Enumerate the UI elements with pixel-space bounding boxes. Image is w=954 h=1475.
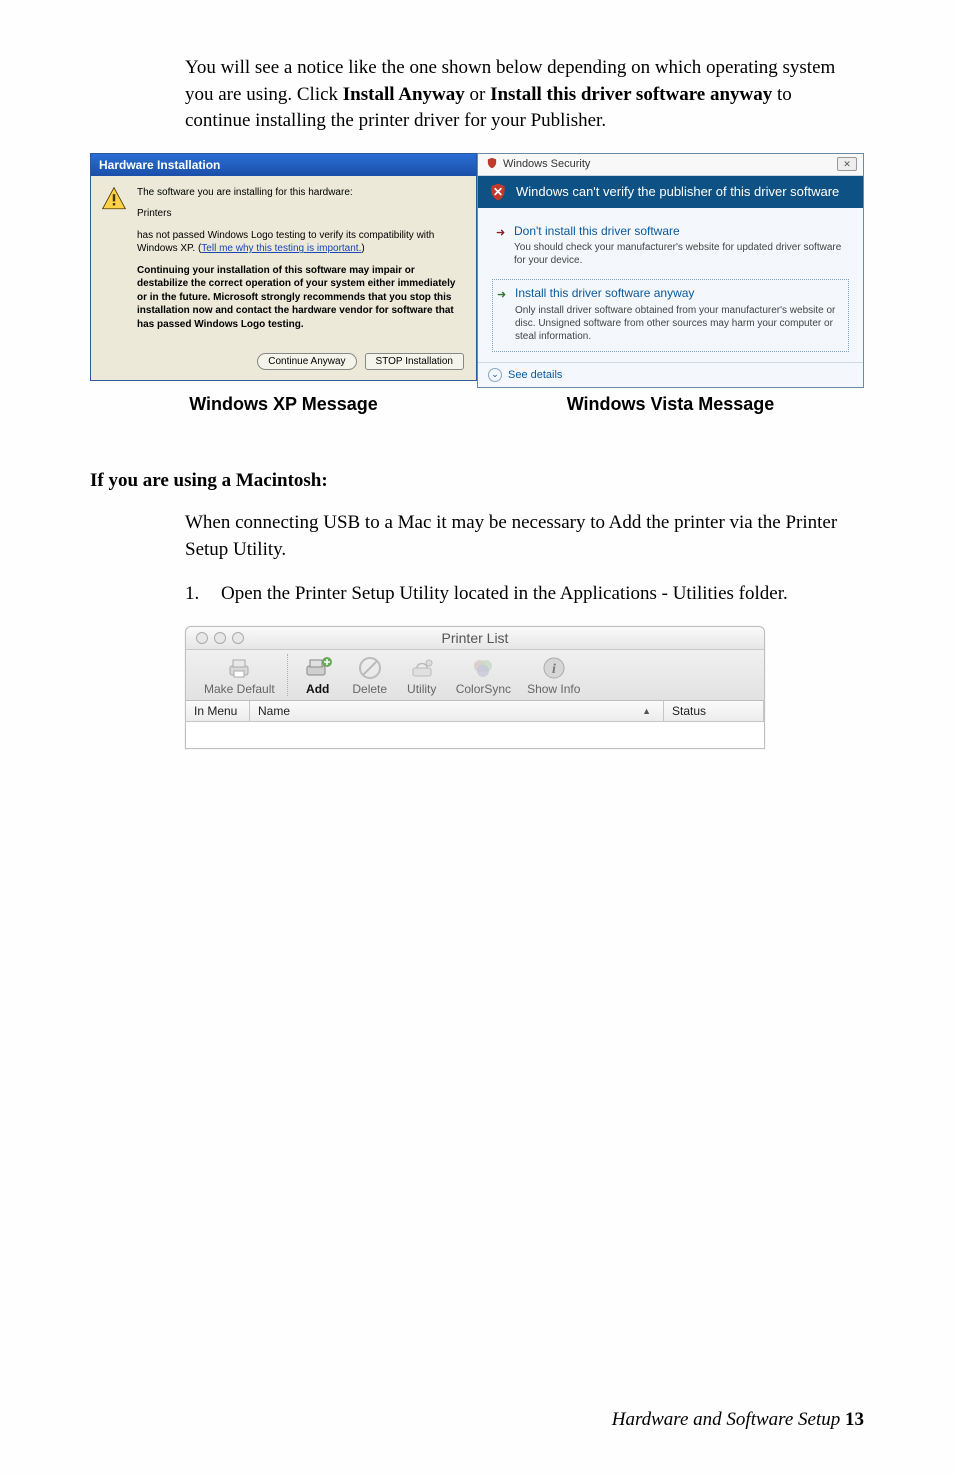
mac-list-area <box>186 722 764 748</box>
xp-line3: has not passed Windows Logo testing to v… <box>137 229 464 256</box>
shield-icon <box>486 157 498 172</box>
info-icon: i <box>536 654 572 682</box>
warning-icon <box>101 186 127 212</box>
arrow-icon: ➜ <box>497 288 506 302</box>
mac-section-heading: If you are using a Macintosh: <box>90 470 864 492</box>
arrow-icon: ➜ <box>496 226 505 240</box>
toolbar-label: ColorSync <box>456 682 511 696</box>
continue-anyway-button[interactable]: Continue Anyway <box>257 353 356 370</box>
printer-icon <box>221 654 257 682</box>
xp-bold-warning: Continuing your installation of this sof… <box>137 264 464 332</box>
mac-intro-paragraph: When connecting USB to a Mac it may be n… <box>185 510 854 563</box>
colorsync-icon <box>465 654 501 682</box>
xp-dialog-text: The software you are installing for this… <box>137 186 464 340</box>
page-footer: Hardware and Software Setup 13 <box>612 1409 864 1431</box>
chevron-down-icon: ⌄ <box>488 368 502 382</box>
xp-tell-me-link[interactable]: Tell me why this testing is important. <box>201 243 361 254</box>
header-status[interactable]: Status <box>664 701 764 721</box>
mac-titlebar: Printer List <box>186 627 764 650</box>
toolbar-add[interactable]: Add <box>292 654 344 696</box>
sort-ascending-icon: ▲ <box>642 706 651 716</box>
vista-window-title: Windows Security <box>503 158 590 170</box>
toolbar-utility[interactable]: Utility <box>396 654 448 696</box>
mac-step-1: 1. Open the Printer Setup Utility locate… <box>185 581 854 608</box>
xp-caption: Windows XP Message <box>90 394 477 415</box>
vista-opt1-sub: You should check your manufacturer's web… <box>514 241 843 267</box>
see-details-toggle[interactable]: ⌄ See details <box>478 362 863 387</box>
toolbar-colorsync[interactable]: ColorSync <box>448 654 519 696</box>
see-details-label: See details <box>508 369 562 381</box>
vista-windows-security-dialog: Windows Security ✕ Windows can't verify … <box>477 153 864 388</box>
intro-text-2: or <box>465 84 490 105</box>
toolbar-make-default[interactable]: Make Default <box>196 654 283 696</box>
footer-page-number: 13 <box>845 1409 864 1430</box>
printer-add-icon <box>300 654 336 682</box>
intro-bold-1: Install Anyway <box>343 84 465 105</box>
toolbar-label: Delete <box>352 682 387 696</box>
vista-opt1-title: Don't install this driver software <box>514 224 843 240</box>
delete-icon <box>352 654 388 682</box>
stop-installation-button[interactable]: STOP Installation <box>365 353 464 370</box>
intro-paragraph: You will see a notice like the one shown… <box>185 55 854 135</box>
footer-text: Hardware and Software Setup <box>612 1409 841 1430</box>
xp-line2: Printers <box>137 207 464 221</box>
vista-opt2-title: Install this driver software anyway <box>515 286 842 302</box>
mac-column-headers: In Menu Name ▲ Status <box>186 701 764 722</box>
toolbar-label: Make Default <box>204 682 275 696</box>
close-icon[interactable]: ✕ <box>837 157 857 171</box>
step-text: Open the Printer Setup Utility located i… <box>221 581 788 608</box>
xp-line1: The software you are installing for this… <box>137 186 464 200</box>
vista-option-install-anyway[interactable]: ➜ Install this driver software anyway On… <box>492 279 849 352</box>
vista-caption: Windows Vista Message <box>477 394 864 415</box>
shield-x-icon <box>488 182 508 202</box>
vista-opt2-sub: Only install driver software obtained fr… <box>515 304 842 343</box>
header-in-menu[interactable]: In Menu <box>186 701 250 721</box>
toolbar-separator <box>287 654 288 696</box>
mac-toolbar: Make Default Add Delete Utility <box>186 650 764 701</box>
toolbar-label: Utility <box>407 682 436 696</box>
xp-hardware-installation-dialog: Hardware Installation The software you a… <box>90 153 477 382</box>
intro-bold-2: Install this driver software anyway <box>490 84 772 105</box>
close-traffic-icon[interactable] <box>196 632 208 644</box>
xp-dialog-title: Hardware Installation <box>91 154 476 176</box>
header-name[interactable]: Name ▲ <box>250 701 664 721</box>
mac-window-title: Printer List <box>186 630 764 646</box>
svg-text:i: i <box>552 662 556 677</box>
toolbar-label: Add <box>306 682 329 696</box>
utility-icon <box>404 654 440 682</box>
vista-header-text: Windows can't verify the publisher of th… <box>516 184 839 199</box>
mac-printer-list-window: Printer List Make Default Add Delete <box>185 626 765 749</box>
minimize-traffic-icon[interactable] <box>214 632 226 644</box>
toolbar-show-info[interactable]: i Show Info <box>519 654 588 696</box>
vista-option-dont-install[interactable]: ➜ Don't install this driver software You… <box>492 218 849 276</box>
zoom-traffic-icon[interactable] <box>232 632 244 644</box>
toolbar-delete[interactable]: Delete <box>344 654 396 696</box>
step-number: 1. <box>185 581 221 608</box>
toolbar-label: Show Info <box>527 682 580 696</box>
